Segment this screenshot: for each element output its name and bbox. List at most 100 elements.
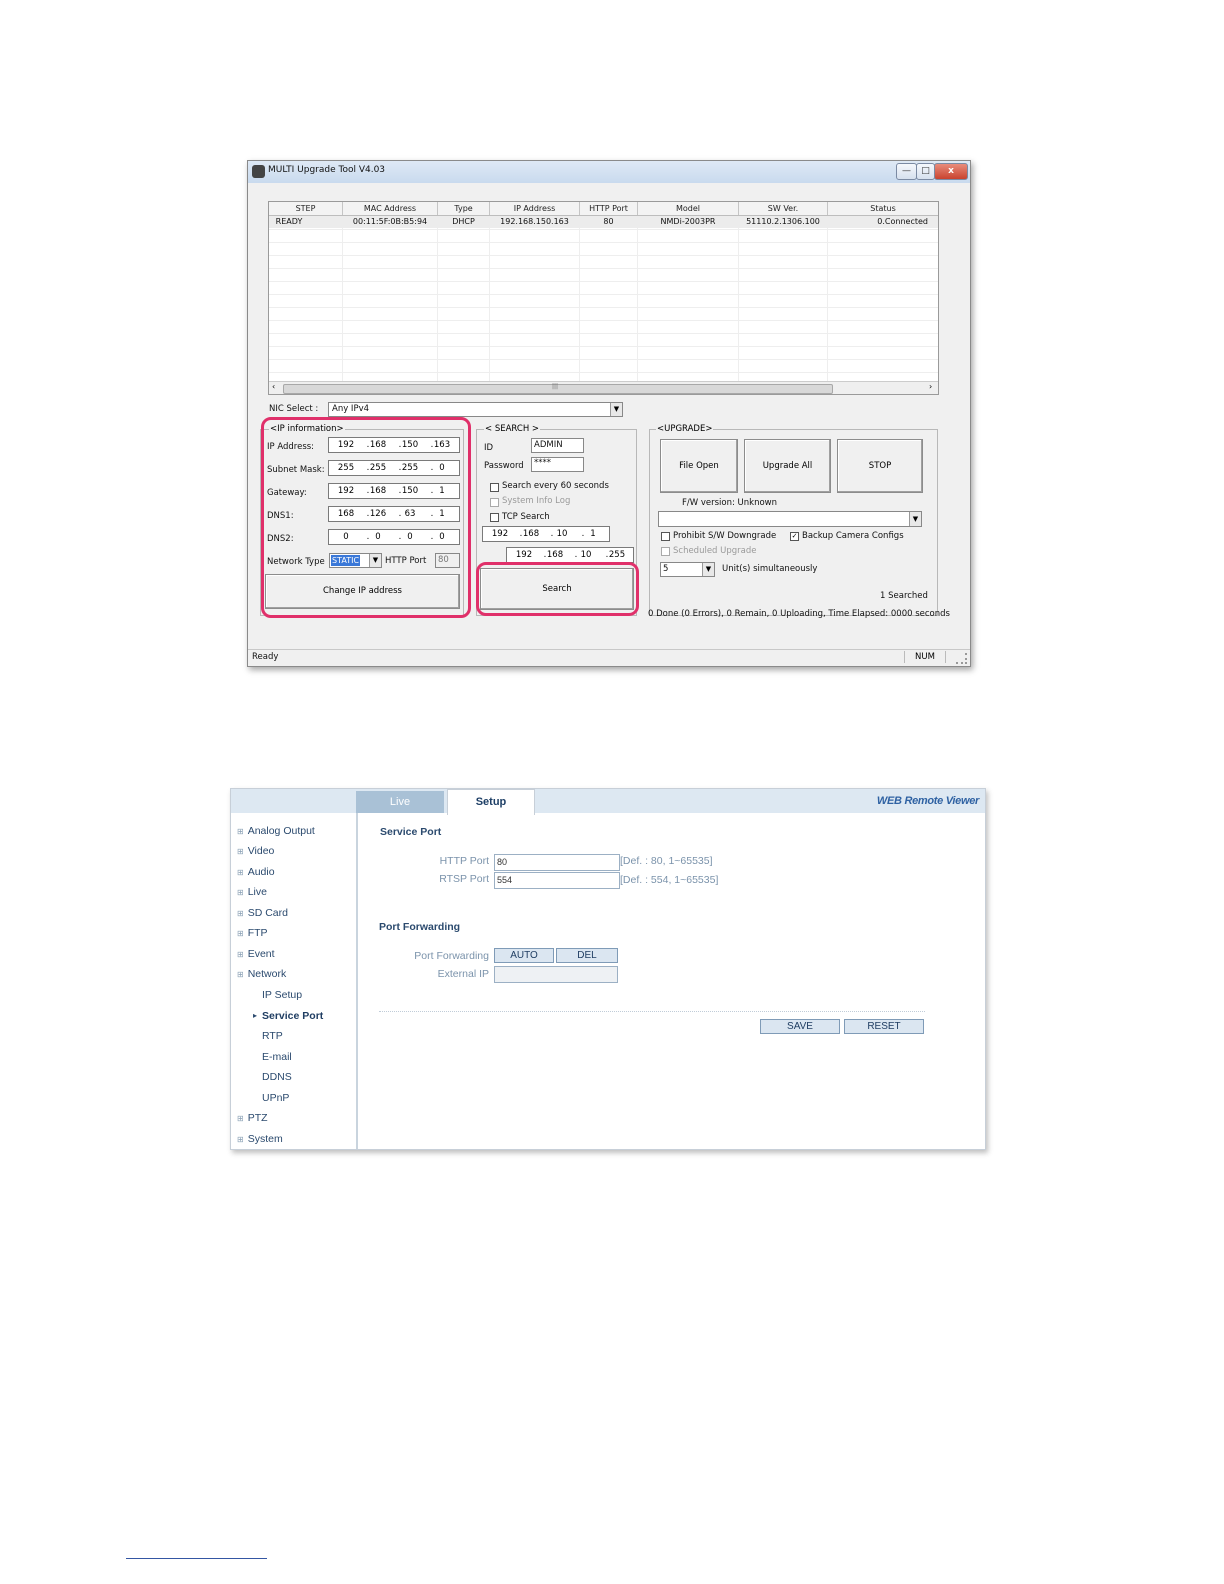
maximize-button[interactable]: □ (916, 163, 935, 180)
expand-icon: ⊞ (237, 1135, 244, 1144)
expand-icon: ⊞ (237, 950, 244, 959)
scheduled-upgrade-checkbox[interactable] (661, 547, 670, 556)
nic-select-label: NIC Select : (269, 404, 319, 414)
chevron-down-icon[interactable]: ▼ (702, 563, 714, 576)
cell-ip: 192.168.150.163 (500, 217, 569, 226)
scroll-thumb[interactable]: ||| (283, 383, 833, 394)
del-button[interactable]: DEL (556, 948, 618, 963)
scroll-grip-icon: ||| (552, 383, 559, 390)
tcp-search-to-input[interactable]: 192. 168. 10. 255 (506, 547, 634, 563)
sidebar-item-service-port[interactable]: Service Port (262, 1010, 323, 1022)
password-input[interactable]: **** (531, 457, 584, 472)
status-bar: Ready NUM (248, 649, 970, 666)
sidebar-item-sd-card[interactable]: ⊞ SD Card (237, 907, 288, 919)
sidebar-item-ptz[interactable]: ⊞ PTZ (237, 1112, 268, 1124)
scroll-left-icon[interactable]: ‹ (272, 382, 275, 391)
expand-icon: ⊞ (237, 1114, 244, 1123)
upgrade-title: <UPGRADE> (656, 424, 714, 434)
sidebar-item-upnp[interactable]: UPnP (262, 1092, 289, 1104)
divider (379, 1011, 925, 1012)
backup-configs-checkbox[interactable]: ✓ (790, 532, 799, 541)
setup-sidebar: ⊞ Analog Output ⊞ Video ⊞ Audio ⊞ Live ⊞ SD C… (231, 813, 358, 1149)
scroll-right-icon[interactable]: › (929, 382, 932, 391)
num-lock-indicator: NUM (904, 651, 946, 663)
sidebar-item-rtp[interactable]: RTP (262, 1030, 283, 1042)
sidebar-item-ftp[interactable]: ⊞ FTP (237, 927, 268, 939)
system-info-log-checkbox[interactable] (490, 498, 499, 507)
tab-live[interactable]: Live (356, 791, 444, 813)
tcp-search-label: TCP Search (502, 512, 550, 522)
column-header-model[interactable]: Model (638, 202, 739, 215)
service-port-heading: Service Port (380, 826, 442, 838)
column-header-sw-ver[interactable]: SW Ver. (739, 202, 828, 215)
prohibit-downgrade-checkbox[interactable] (661, 532, 670, 541)
backup-configs-label: Backup Camera Configs (802, 531, 904, 541)
auto-button[interactable]: AUTO (494, 948, 554, 963)
column-header-ip[interactable]: IP Address (490, 202, 580, 215)
status-text: Ready (252, 652, 279, 662)
id-input[interactable]: ADMIN (531, 438, 584, 453)
cell-mac: 00:11:5F:0B:B5:94 (352, 217, 428, 226)
search-every-checkbox[interactable] (490, 483, 499, 492)
expand-icon: ⊞ (237, 888, 244, 897)
rtsp-port-input[interactable]: 554 (494, 872, 620, 889)
tcp-search-checkbox[interactable] (490, 513, 499, 522)
table-row[interactable]: READY 00:11:5F:0B:B5:94 DHCP 192.168.150… (269, 216, 938, 228)
http-port-hint: [Def. : 80, 1~65535] (620, 855, 713, 867)
sidebar-item-audio[interactable]: ⊞ Audio (237, 866, 275, 878)
tcp-search-from-input[interactable]: 192. 168. 10. 1 (482, 526, 610, 542)
column-header-http-port[interactable]: HTTP Port (580, 202, 638, 215)
nic-select[interactable]: Any IPv4 ▼ (328, 402, 623, 417)
search-every-label: Search every 60 seconds (502, 481, 609, 491)
resize-grip-icon[interactable] (956, 653, 967, 664)
sidebar-item-network[interactable]: ⊞ Network (237, 968, 286, 980)
expand-icon: ⊞ (237, 929, 244, 938)
expand-icon: ⊞ (237, 827, 244, 836)
sidebar-item-ip-setup[interactable]: IP Setup (262, 989, 302, 1001)
chevron-down-icon[interactable]: ▼ (909, 512, 921, 526)
reset-button[interactable]: RESET (844, 1019, 924, 1034)
file-open-button[interactable]: File Open (660, 439, 738, 493)
sidebar-item-analog-output[interactable]: ⊞ Analog Output (237, 825, 315, 837)
sidebar-item-system[interactable]: ⊞ System (237, 1133, 283, 1145)
port-forwarding-label: Port Forwarding (414, 950, 489, 962)
cell-sw-ver: 51110.2.1306.100 (746, 217, 820, 226)
http-port-input[interactable]: 80 (494, 854, 620, 871)
searched-count: 1 Searched (880, 591, 928, 601)
system-info-log-label: System Info Log (502, 496, 571, 506)
sidebar-item-live[interactable]: ⊞ Live (237, 886, 267, 898)
sidebar-item-email[interactable]: E-mail (262, 1051, 292, 1063)
cell-type: DHCP (452, 217, 475, 226)
chevron-down-icon[interactable]: ▼ (610, 403, 622, 416)
save-button[interactable]: SAVE (760, 1019, 840, 1034)
close-button[interactable]: x (934, 163, 968, 180)
port-forwarding-heading: Port Forwarding (379, 921, 461, 933)
fw-version-label: F/W version: Unknown (682, 498, 778, 508)
expand-icon: ⊞ (237, 909, 244, 918)
sidebar-item-video[interactable]: ⊞ Video (237, 845, 274, 857)
device-list-header: STEP MAC Address Type IP Address HTTP Po… (269, 202, 938, 216)
tab-setup[interactable]: Setup (447, 789, 535, 815)
progress-text: 0 Done (0 Errors), 0 Remain, 0 Uploading… (648, 609, 950, 619)
sidebar-item-ddns[interactable]: DDNS (262, 1071, 292, 1083)
stop-button[interactable]: STOP (837, 439, 923, 493)
column-header-type[interactable]: Type (438, 202, 490, 215)
http-port-label: HTTP Port (439, 855, 489, 867)
cell-http-port: 80 (603, 217, 614, 226)
collapse-icon: ⊞ (237, 970, 244, 979)
device-list[interactable]: STEP MAC Address Type IP Address HTTP Po… (268, 201, 939, 395)
sidebar-item-event[interactable]: ⊞ Event (237, 948, 275, 960)
units-select[interactable]: 5 ▼ (660, 562, 715, 577)
minimize-button[interactable]: — (896, 163, 917, 180)
rtsp-port-label: RTSP Port (439, 873, 489, 885)
column-header-step[interactable]: STEP (269, 202, 343, 215)
upgrade-all-button[interactable]: Upgrade All (744, 439, 831, 493)
column-header-mac[interactable]: MAC Address (343, 202, 438, 215)
active-item-arrow-icon: ▸ (253, 1011, 258, 1020)
column-header-status[interactable]: Status (828, 202, 938, 215)
footnote-separator (126, 1558, 267, 1559)
fw-file-select[interactable]: ▼ (658, 511, 922, 527)
external-ip-label: External IP (437, 968, 489, 980)
horizontal-scrollbar[interactable]: ‹ ||| › (269, 381, 938, 394)
external-ip-field (494, 966, 618, 983)
